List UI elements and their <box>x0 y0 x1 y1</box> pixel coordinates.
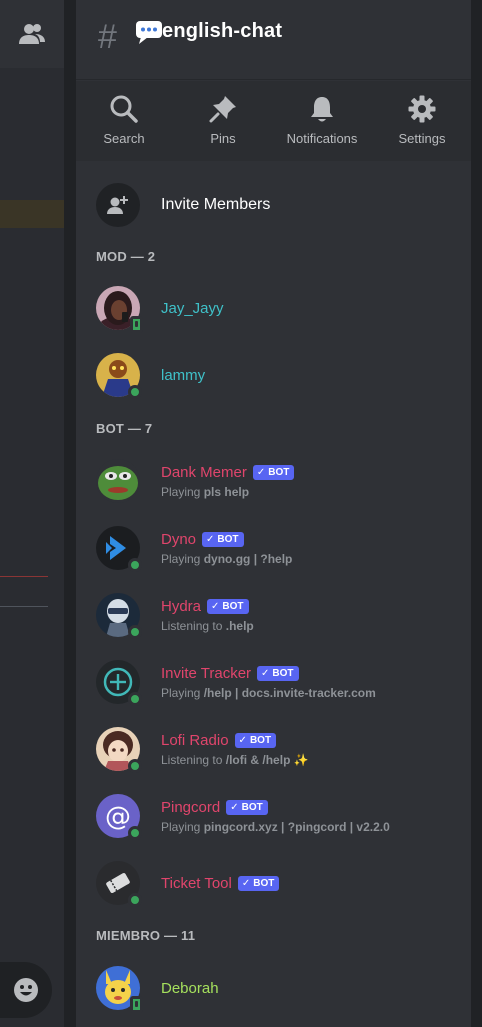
notifications-button[interactable]: Notifications <box>272 81 372 161</box>
verified-check-icon: ✓ <box>238 734 247 746</box>
member-activity: Listening to /lofi & /help ✨ <box>161 752 309 767</box>
new-messages-divider <box>0 576 48 577</box>
member-ticket-tool[interactable]: Ticket Tool ✓ BOT <box>96 861 456 907</box>
left-header <box>0 0 64 68</box>
section-header-mod: MOD — 2 <box>96 249 156 264</box>
members-icon <box>19 24 45 44</box>
member-dyno[interactable]: Dyno ✓ BOT Playing dyno.gg | ?help <box>96 526 456 572</box>
pin-icon <box>209 96 236 123</box>
pins-label: Pins <box>210 131 236 146</box>
search-icon <box>110 95 138 123</box>
mobile-status-icon <box>130 996 143 1013</box>
bot-tag: ✓ BOT <box>252 464 295 480</box>
bot-tag: ✓ BOT <box>202 531 244 547</box>
member-deborah[interactable]: Deborah <box>96 966 456 1013</box>
member-name: Jay_Jayy <box>161 299 224 317</box>
member-name: Dank Memer <box>161 463 247 481</box>
online-status-icon <box>128 385 142 399</box>
bot-tag: ✓ BOT <box>234 732 277 748</box>
online-status-icon <box>128 625 142 639</box>
bot-tag: ✓ BOT <box>237 875 280 891</box>
emoji-icon <box>14 978 38 1002</box>
member-jay-jayy[interactable]: Jay_Jayy <box>96 286 456 348</box>
speech-bubble-icon <box>136 21 162 44</box>
member-invite-tracker[interactable]: Invite Tracker ✓ BOT Playing /help | docs… <box>96 660 456 706</box>
verified-check-icon: ✓ <box>230 801 239 813</box>
search-label: Search <box>103 131 145 146</box>
add-user-icon <box>107 196 128 214</box>
settings-label: Settings <box>398 131 446 146</box>
member-lofi-radio[interactable]: Lofi Radio ✓ BOT Listening to /lofi & /he… <box>96 727 456 773</box>
invite-members-label: Invite Members <box>161 196 271 213</box>
channel-toolbar: Search Pins Notifications Settings <box>76 81 471 161</box>
member-panel: # english-chat Search Pins Notifications… <box>76 0 471 1027</box>
bell-icon <box>311 97 333 122</box>
member-name: Dyno <box>161 530 197 548</box>
bot-tag: ✓ BOT <box>226 799 268 815</box>
verified-check-icon: ✓ <box>206 533 215 545</box>
verified-check-icon: ✓ <box>241 877 251 889</box>
member-list-toggle-button[interactable] <box>16 18 48 50</box>
member-activity: Playing dyno.gg | ?help <box>161 551 293 566</box>
search-button[interactable]: Search <box>74 81 174 161</box>
invite-members-button[interactable]: Invite Members <box>96 183 456 227</box>
member-activity: Playing pingcord.xyz | ?pingcord | v2.2.… <box>161 819 390 834</box>
background-chat-strip <box>0 0 64 1027</box>
message-divider <box>0 606 48 607</box>
emoji-button[interactable] <box>0 962 52 1018</box>
member-name: Ticket Tool <box>161 874 232 892</box>
pins-button[interactable]: Pins <box>173 81 273 161</box>
member-hydra[interactable]: Hydra ✓ BOT Listening to .help <box>96 593 456 639</box>
online-status-icon <box>128 558 142 572</box>
svg-text:@: @ <box>105 802 131 832</box>
section-header-miembro: MIEMBRO — 11 <box>96 928 196 943</box>
verified-check-icon: ✓ <box>211 600 220 612</box>
member-pingcord[interactable]: @ Pingcord ✓ BOT Playing pingcord.xyz | ?… <box>96 794 456 840</box>
channel-name: english-chat <box>162 20 283 42</box>
verified-check-icon: ✓ <box>256 466 266 478</box>
section-header-bot: BOT — 7 <box>96 421 153 436</box>
online-status-icon <box>128 893 142 907</box>
member-name: Hydra <box>161 597 202 615</box>
member-activity: Playing pls help <box>161 484 250 499</box>
bot-tag: ✓ BOT <box>207 598 249 614</box>
member-name: Lofi Radio <box>161 731 229 749</box>
member-lammy[interactable]: lammy <box>96 353 456 399</box>
online-status-icon <box>128 692 142 706</box>
member-name: Invite Tracker <box>161 664 252 682</box>
member-activity: Playing /help | docs.invite-tracker.com <box>161 685 376 700</box>
member-dank-memer[interactable]: Dank Memer ✓ BOT Playing pls help <box>96 459 456 503</box>
online-status-icon <box>128 826 142 840</box>
gear-icon <box>408 95 436 123</box>
avatar <box>96 459 140 503</box>
member-activity: Listening to .help <box>161 618 254 633</box>
text-channel-icon: # <box>98 18 117 56</box>
member-name: Pingcord <box>161 798 221 816</box>
highlighted-message-strip <box>0 200 64 228</box>
mobile-status-icon <box>130 316 143 333</box>
notifications-label: Notifications <box>286 131 358 146</box>
member-name: lammy <box>161 366 206 384</box>
settings-button[interactable]: Settings <box>372 81 472 161</box>
invite-members-avatar <box>96 183 140 227</box>
bot-tag: ✓ BOT <box>257 665 299 681</box>
verified-check-icon: ✓ <box>261 667 270 679</box>
member-name: Deborah <box>161 979 219 997</box>
channel-header: # english-chat <box>76 0 471 80</box>
online-status-icon <box>128 759 142 773</box>
